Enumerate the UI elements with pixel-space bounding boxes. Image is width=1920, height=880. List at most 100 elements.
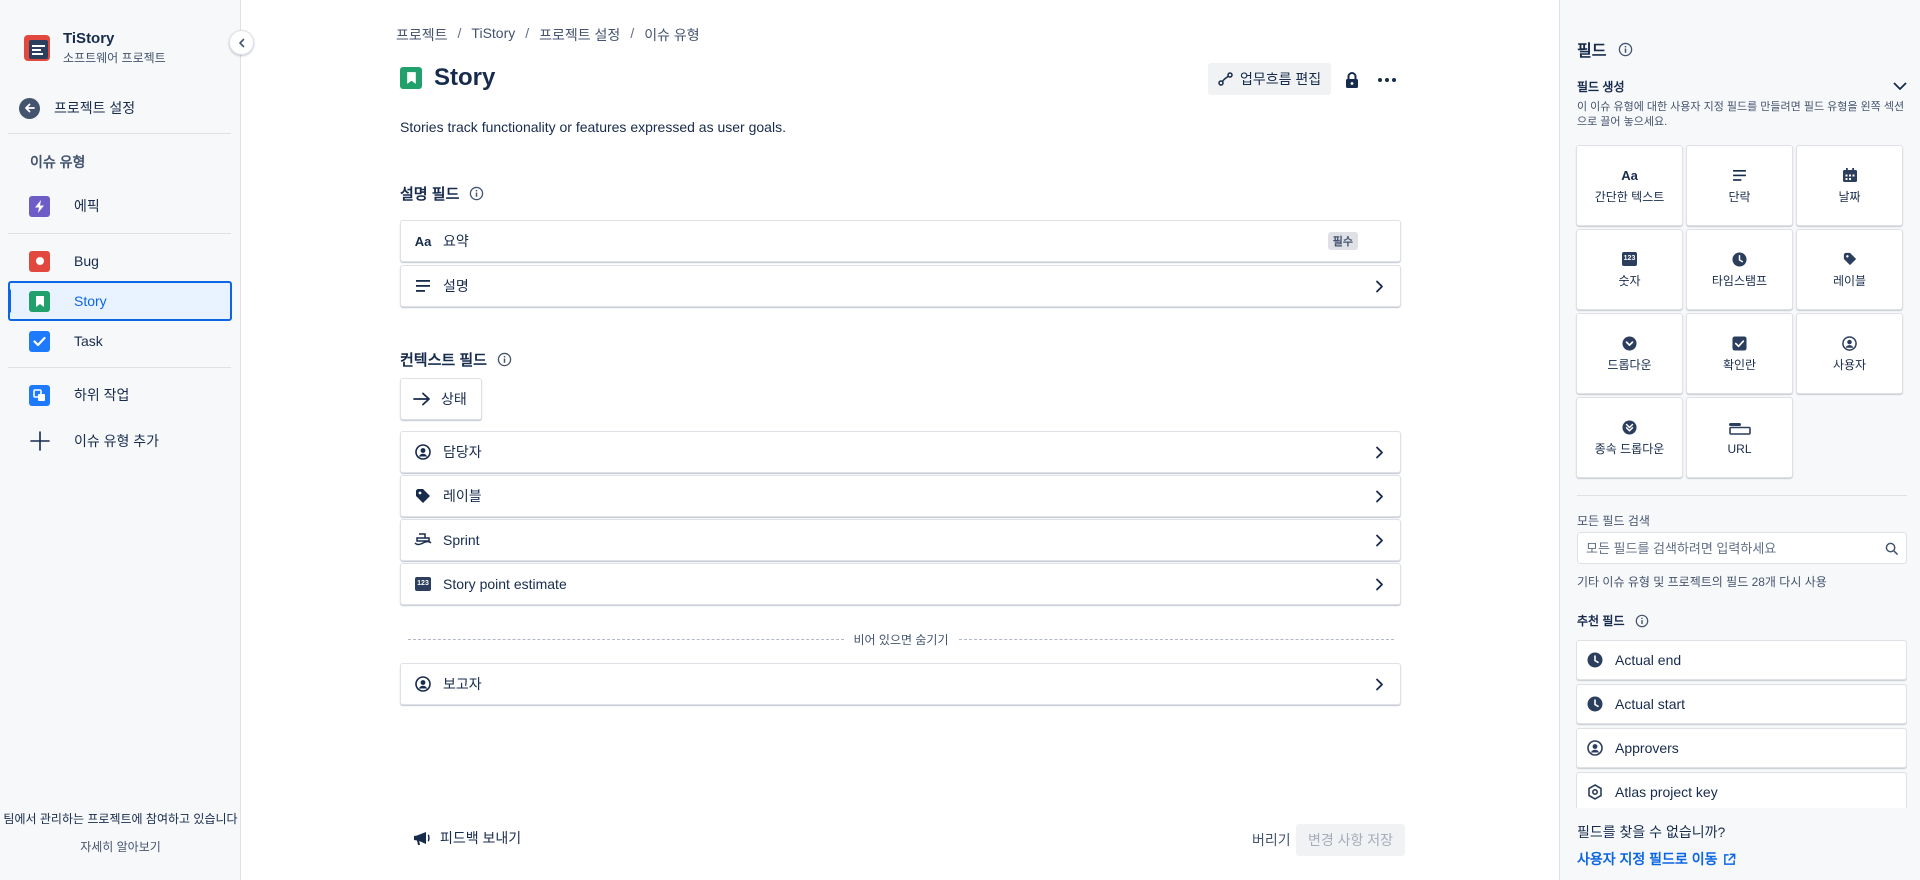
dashed-line: [958, 639, 1394, 640]
sidebar-divider: [8, 233, 231, 234]
save-changes-button[interactable]: 변경 사항 저장: [1296, 824, 1406, 856]
field-type-labels[interactable]: 레이블: [1796, 229, 1903, 310]
sidebar-item-story[interactable]: Story: [8, 281, 232, 321]
sidebar-divider: [8, 133, 231, 134]
field-type-cascading-dropdown[interactable]: 종속 드롭다운: [1576, 397, 1683, 478]
field-type-label: 사용자: [1832, 358, 1867, 372]
field-type-url[interactable]: URL: [1686, 397, 1793, 478]
search-fields-input[interactable]: [1586, 540, 1885, 556]
dashed-line: [408, 639, 844, 640]
custom-fields-link[interactable]: 사용자 지정 필드로 이동: [1577, 849, 1736, 869]
sidebar-item-task[interactable]: Task: [8, 321, 232, 361]
user-icon: [1587, 740, 1603, 756]
info-icon[interactable]: [497, 352, 512, 367]
field-label: Sprint: [443, 532, 480, 548]
clock-icon: [1587, 696, 1603, 712]
recommended-fields-list: Actual end Actual start Approvers Atlas …: [1576, 640, 1907, 808]
hide-when-empty-divider: 비어 있으면 숨기기: [408, 631, 1394, 648]
project-logo-icon: [24, 35, 50, 61]
recommended-field-label: Approvers: [1615, 740, 1679, 756]
field-type-label: 종속 드롭다운: [1594, 442, 1665, 456]
recommended-field-actual-end[interactable]: Actual end: [1576, 640, 1907, 680]
section-title-text: 설명 필드: [400, 186, 460, 203]
arrow-right-icon: [413, 392, 430, 406]
lock-button[interactable]: [1338, 66, 1366, 94]
breadcrumb-item[interactable]: TiStory: [471, 25, 515, 45]
clock-icon: [1732, 250, 1747, 268]
info-icon[interactable]: [1635, 614, 1649, 628]
sidebar-item-epic[interactable]: 에픽: [8, 186, 232, 226]
field-status[interactable]: 상태: [400, 378, 482, 420]
number-icon-text: 123: [1621, 252, 1638, 266]
field-label: 상태: [441, 391, 467, 407]
main-content: 프로젝트 / TiStory / 프로젝트 설정 / 이슈 유형 Story 업…: [242, 0, 1558, 880]
field-assignee[interactable]: 담당자: [400, 431, 1401, 473]
lock-icon: [1346, 72, 1358, 88]
create-field-toggle[interactable]: 필드 생성: [1577, 78, 1907, 95]
fields-panel-title: 필드: [1577, 37, 1633, 61]
project-header[interactable]: TiStory 소프트웨어 프로젝트: [24, 30, 166, 66]
recommended-field-atlas-project-key[interactable]: Atlas project key: [1576, 772, 1907, 808]
recommended-field-approvers[interactable]: Approvers: [1576, 728, 1907, 768]
sidebar: TiStory 소프트웨어 프로젝트 프로젝트 설정 이슈 유형 에픽 Bug …: [0, 0, 241, 880]
recommended-field-label: Actual end: [1615, 652, 1682, 668]
field-summary[interactable]: Aa 요약 필수: [400, 220, 1401, 262]
cant-find-field-text: 필드를 찾을 수 없습니까?: [1577, 824, 1726, 840]
field-label: Story point estimate: [443, 576, 567, 592]
field-type-timestamp[interactable]: 타임스탬프: [1686, 229, 1793, 310]
edit-workflow-button[interactable]: 업무흐름 편집: [1208, 63, 1332, 95]
learn-more-link[interactable]: 자세히 알아보기: [0, 838, 241, 855]
info-icon[interactable]: [1618, 42, 1633, 57]
field-type-paragraph[interactable]: 단락: [1686, 145, 1793, 226]
send-feedback-button[interactable]: 피드백 보내기: [412, 828, 521, 848]
breadcrumb-item[interactable]: 프로젝트 설정: [539, 25, 620, 45]
field-reporter[interactable]: 보고자: [400, 663, 1401, 705]
megaphone-icon: [414, 832, 430, 845]
field-labels[interactable]: 레이블: [400, 475, 1401, 517]
chevron-down-icon: [1893, 82, 1907, 90]
sidebar-item-bug[interactable]: Bug: [8, 241, 232, 281]
dropdown-icon: [1622, 334, 1637, 352]
team-managed-notice: 팀에서 관리하는 프로젝트에 참여하고 있습니다: [3, 812, 238, 826]
sidebar-item-subtask[interactable]: 하위 작업: [8, 375, 232, 415]
sidebar-divider: [8, 367, 231, 368]
field-type-checkbox[interactable]: 확인란: [1686, 313, 1793, 394]
back-to-project-settings[interactable]: 프로젝트 설정: [19, 96, 135, 120]
field-type-label: 숫자: [1618, 274, 1641, 288]
paragraph-icon: [1733, 166, 1746, 184]
field-type-user[interactable]: 사용자: [1796, 313, 1903, 394]
epic-icon: [29, 195, 50, 217]
field-type-date[interactable]: 날짜: [1796, 145, 1903, 226]
field-type-number[interactable]: 123 숫자: [1576, 229, 1683, 310]
sidebar-section-title: 이슈 유형: [30, 154, 86, 170]
field-type-label: 날짜: [1838, 190, 1861, 204]
field-type-dropdown[interactable]: 드롭다운: [1576, 313, 1683, 394]
link-field-icon: [1728, 420, 1751, 438]
search-icon: [1885, 542, 1898, 555]
field-label: 보고자: [443, 676, 482, 692]
more-horizontal-icon: [1378, 78, 1396, 82]
breadcrumb-item[interactable]: 프로젝트: [396, 25, 448, 45]
more-actions-button[interactable]: [1373, 66, 1401, 94]
sidebar-item-label: Bug: [74, 253, 99, 269]
field-type-label: 타임스탬프: [1711, 274, 1768, 288]
breadcrumb-item[interactable]: 이슈 유형: [644, 25, 699, 45]
add-issue-type-button[interactable]: 이슈 유형 추가: [8, 421, 232, 461]
field-type-label: URL: [1727, 441, 1752, 456]
sidebar-item-label: 이슈 유형 추가: [74, 433, 160, 449]
breadcrumb-separator: /: [630, 25, 635, 41]
field-type-short-text[interactable]: Aa 간단한 텍스트: [1576, 145, 1683, 226]
field-story-point-estimate[interactable]: 123 Story point estimate: [400, 563, 1401, 605]
user-icon: [413, 676, 433, 692]
field-description[interactable]: 설명: [400, 265, 1401, 307]
field-sprint[interactable]: Sprint: [400, 519, 1401, 561]
recommended-field-actual-start[interactable]: Actual start: [1576, 684, 1907, 724]
collapse-sidebar-button[interactable]: [229, 30, 254, 55]
checkbox-icon: [1732, 334, 1747, 352]
discard-button[interactable]: 버리기: [1242, 824, 1301, 856]
hexagon-icon: [1588, 784, 1602, 800]
chevron-left-icon: [238, 38, 244, 47]
subtask-icon: [29, 384, 50, 406]
user-icon: [1842, 334, 1857, 352]
info-icon[interactable]: [469, 186, 484, 201]
